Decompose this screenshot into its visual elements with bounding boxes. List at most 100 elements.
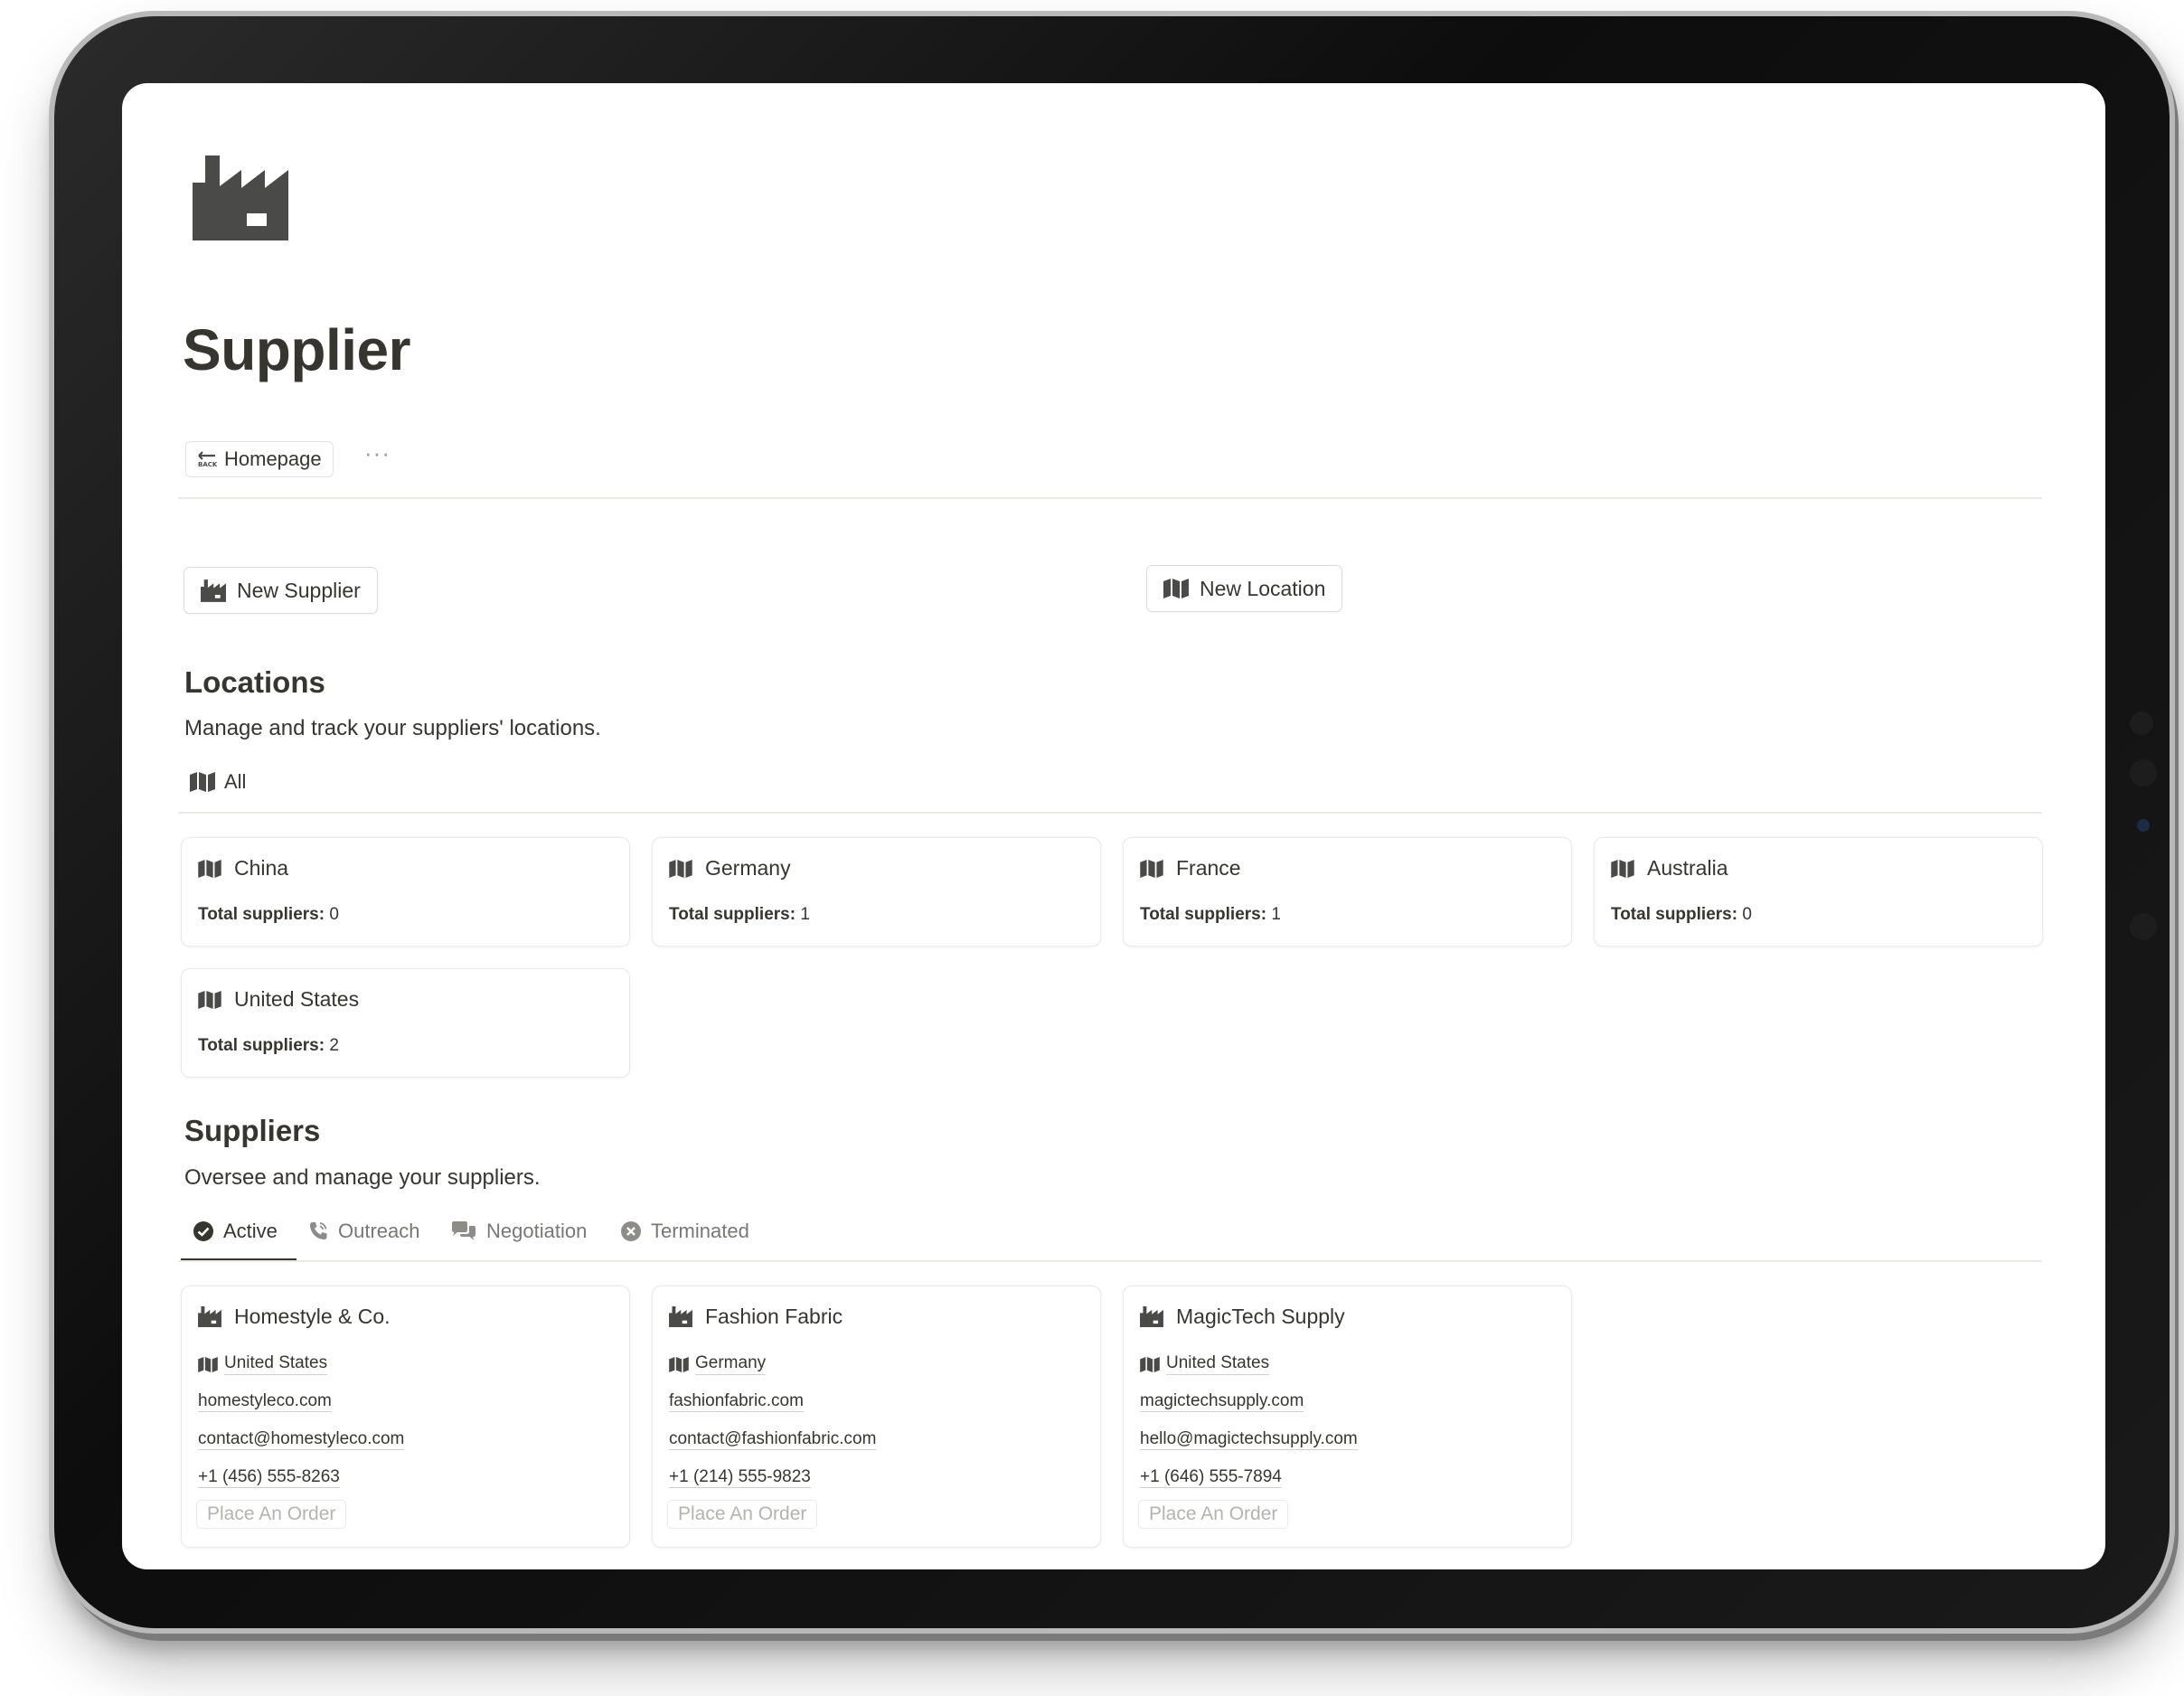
check-circle-icon [193, 1220, 214, 1242]
map-icon [198, 990, 221, 1009]
location-card-china[interactable]: China Total suppliers: 0 [181, 837, 630, 947]
supplier-name: MagicTech Supply [1176, 1305, 1345, 1328]
supplier-card-title: Homestyle & Co. [198, 1305, 391, 1329]
location-total: Total suppliers: 0 [1611, 905, 1752, 925]
supplier-card[interactable]: Homestyle & Co. United States homestylec… [181, 1286, 630, 1548]
supplier-location-label: United States [224, 1353, 328, 1375]
location-card-title: Australia [1611, 856, 1727, 881]
tab-outreach-label: Outreach [338, 1220, 420, 1242]
new-supplier-button[interactable]: New Supplier [184, 567, 378, 614]
map-icon [198, 1356, 218, 1372]
new-location-label: New Location [1200, 576, 1326, 600]
supplier-website[interactable]: fashionfabric.com [669, 1391, 804, 1412]
suppliers-description: Oversee and manage your suppliers. [184, 1165, 541, 1190]
place-order-button[interactable]: Place An Order [1138, 1500, 1289, 1529]
supplier-phone[interactable]: +1 (646) 555-7894 [1140, 1467, 1282, 1488]
location-total: Total suppliers: 0 [198, 905, 339, 925]
map-icon [1611, 859, 1634, 878]
location-total: Total suppliers: 1 [1140, 905, 1281, 925]
supplier-phone-text: +1 (214) 555-9823 [669, 1467, 811, 1488]
screen: Supplier BACK Homepage ··· New Supplier … [122, 83, 2105, 1569]
factory-icon [193, 155, 288, 240]
supplier-phone[interactable]: +1 (456) 555-8263 [198, 1467, 340, 1488]
homepage-back-button[interactable]: BACK Homepage [185, 441, 334, 477]
map-icon [190, 772, 215, 792]
location-card-australia[interactable]: Australia Total suppliers: 0 [1594, 837, 2043, 947]
location-card-germany[interactable]: Germany Total suppliers: 1 [652, 837, 1101, 947]
supplier-email[interactable]: hello@magictechsupply.com [1140, 1429, 1358, 1450]
location-card-france[interactable]: France Total suppliers: 1 [1123, 837, 1572, 947]
supplier-name: Homestyle & Co. [234, 1305, 391, 1328]
place-order-button[interactable]: Place An Order [196, 1500, 347, 1529]
total-label: Total suppliers: [198, 1036, 325, 1055]
tab-active-label: Active [223, 1220, 278, 1242]
supplier-location-label: Germany [695, 1353, 767, 1375]
svg-text:BACK: BACK [198, 461, 217, 467]
tab-terminated[interactable]: Terminated [620, 1220, 749, 1243]
supplier-phone-text: +1 (646) 555-7894 [1140, 1467, 1282, 1488]
new-location-button[interactable]: New Location [1146, 565, 1343, 612]
total-label: Total suppliers: [198, 905, 325, 924]
supplier-email-text: contact@fashionfabric.com [669, 1429, 877, 1450]
map-icon [1140, 859, 1163, 878]
location-name: Australia [1647, 856, 1728, 880]
chat-bubbles-icon [450, 1220, 477, 1242]
location-name: Germany [705, 856, 791, 880]
tab-negotiation-label: Negotiation [486, 1220, 588, 1242]
camera-dot [2130, 759, 2157, 787]
homepage-label: Homepage [224, 448, 322, 470]
supplier-email-text: contact@homestyleco.com [198, 1429, 405, 1450]
supplier-email[interactable]: contact@homestyleco.com [198, 1429, 405, 1450]
supplier-website[interactable]: homestyleco.com [198, 1391, 332, 1412]
factory-icon [1140, 1306, 1163, 1327]
supplier-card[interactable]: MagicTech Supply United States magictech… [1123, 1286, 1572, 1548]
map-icon [1163, 579, 1189, 598]
location-card-united-states[interactable]: United States Total suppliers: 2 [181, 968, 630, 1078]
total-value: 1 [800, 905, 810, 924]
locations-heading: Locations [184, 665, 325, 699]
total-label: Total suppliers: [1611, 905, 1738, 924]
locations-tab-all[interactable]: All [190, 770, 246, 794]
location-total: Total suppliers: 2 [198, 1036, 339, 1056]
supplier-location[interactable]: United States [198, 1353, 328, 1375]
factory-icon [198, 1306, 221, 1327]
location-name: France [1176, 856, 1241, 880]
supplier-email[interactable]: contact@fashionfabric.com [669, 1429, 877, 1450]
camera-dot [2130, 913, 2157, 940]
more-options-button[interactable]: ··· [364, 439, 391, 467]
supplier-website-text: magictechsupply.com [1140, 1391, 1304, 1412]
back-arrow-icon: BACK [197, 451, 217, 467]
supplier-website-text: homestyleco.com [198, 1391, 332, 1412]
location-name: United States [234, 987, 360, 1011]
supplier-location[interactable]: Germany [669, 1353, 767, 1375]
total-label: Total suppliers: [669, 905, 796, 924]
place-order-button[interactable]: Place An Order [667, 1500, 818, 1529]
locations-tab-all-label: All [224, 770, 247, 793]
supplier-phone-text: +1 (456) 555-8263 [198, 1467, 340, 1488]
x-circle-icon [620, 1220, 642, 1242]
tab-terminated-label: Terminated [651, 1220, 749, 1242]
supplier-location-label: United States [1166, 1353, 1270, 1375]
new-supplier-label: New Supplier [237, 578, 361, 602]
suppliers-heading: Suppliers [184, 1114, 321, 1147]
total-value: 1 [1271, 905, 1281, 924]
supplier-card[interactable]: Fashion Fabric Germany fashionfabric.com… [652, 1286, 1101, 1548]
tab-negotiation[interactable]: Negotiation [450, 1220, 587, 1243]
location-card-title: France [1140, 856, 1241, 881]
locations-description: Manage and track your suppliers' locatio… [184, 716, 601, 740]
supplier-phone[interactable]: +1 (214) 555-9823 [669, 1467, 811, 1488]
location-card-title: Germany [669, 856, 791, 881]
camera-dot [2130, 711, 2153, 735]
supplier-card-title: MagicTech Supply [1140, 1305, 1345, 1329]
supplier-website[interactable]: magictechsupply.com [1140, 1391, 1304, 1412]
tab-active[interactable]: Active [193, 1220, 278, 1243]
location-total: Total suppliers: 1 [669, 905, 810, 925]
tab-outreach[interactable]: Outreach [307, 1220, 420, 1243]
header-divider [178, 497, 2042, 499]
total-value: 0 [1742, 905, 1752, 924]
total-value: 0 [329, 905, 339, 924]
supplier-name: Fashion Fabric [705, 1305, 843, 1328]
supplier-location[interactable]: United States [1140, 1353, 1270, 1375]
supplier-card-title: Fashion Fabric [669, 1305, 843, 1329]
page-title: Supplier [183, 317, 411, 382]
